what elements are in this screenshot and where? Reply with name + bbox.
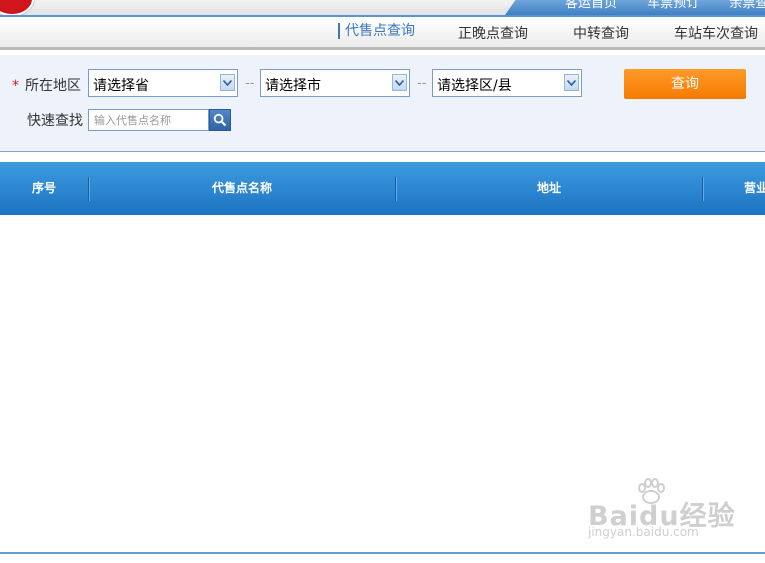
watermark-url: jingyan.baidu.com xyxy=(588,525,699,539)
top-nav-link-home[interactable]: 客运首页 xyxy=(565,0,617,11)
city-select-value: 请选择市 xyxy=(265,78,321,94)
tab-agency-query[interactable]: 代售点查询 xyxy=(338,23,415,39)
chevron-down-icon[interactable] xyxy=(564,74,579,91)
query-button[interactable]: 查询 xyxy=(624,69,746,99)
top-nav-link-remaining[interactable]: 余票查 xyxy=(729,0,765,11)
district-select[interactable]: 请选择区/县 xyxy=(432,69,582,97)
search-button[interactable] xyxy=(209,109,231,131)
district-select-value: 请选择区/县 xyxy=(437,78,512,94)
column-header-index: 序号 xyxy=(31,181,56,195)
chevron-down-icon[interactable] xyxy=(392,74,407,91)
tab-transfer-query[interactable]: 中转查询 xyxy=(573,23,629,43)
required-mark: * xyxy=(12,78,19,94)
top-header: 客运首页 车票预订 余票查 xyxy=(0,0,765,15)
city-select[interactable]: 请选择市 xyxy=(260,69,410,97)
region-label: * 所在地区 xyxy=(12,75,81,95)
column-header-address: 地址 xyxy=(536,181,561,195)
separator-1: -- xyxy=(245,76,255,91)
column-divider xyxy=(702,177,703,201)
table-bottom-border xyxy=(0,552,765,554)
column-header-agency-name: 代售点名称 xyxy=(211,181,272,195)
tab-delay-query[interactable]: 正晚点查询 xyxy=(458,23,528,43)
top-nav: 客运首页 车票预订 余票查 xyxy=(565,0,765,11)
separator-2: -- xyxy=(417,76,427,91)
province-select[interactable]: 请选择省 xyxy=(88,69,238,97)
table-header: 序号 代售点名称 地址 营业 xyxy=(0,162,765,215)
quick-find-input[interactable] xyxy=(88,109,209,131)
search-icon xyxy=(213,113,227,127)
chevron-down-icon[interactable] xyxy=(220,74,235,91)
top-nav-link-booking[interactable]: 车票预订 xyxy=(647,0,699,11)
column-header-business: 营业 xyxy=(744,181,765,195)
tab-station-train-query[interactable]: 车站车次查询 xyxy=(674,23,758,43)
province-select-value: 请选择省 xyxy=(93,78,149,94)
region-label-text: 所在地区 xyxy=(25,78,81,94)
header-grey-band xyxy=(0,0,520,15)
filter-panel: * 所在地区 请选择省 -- 请选择市 -- 请选择区/县 查询 快速查找 xyxy=(0,55,765,152)
quick-find-label: 快速查找 xyxy=(27,113,83,129)
sub-navigation: 代售点查询 正晚点查询 中转查询 车站车次查询 xyxy=(0,17,765,50)
